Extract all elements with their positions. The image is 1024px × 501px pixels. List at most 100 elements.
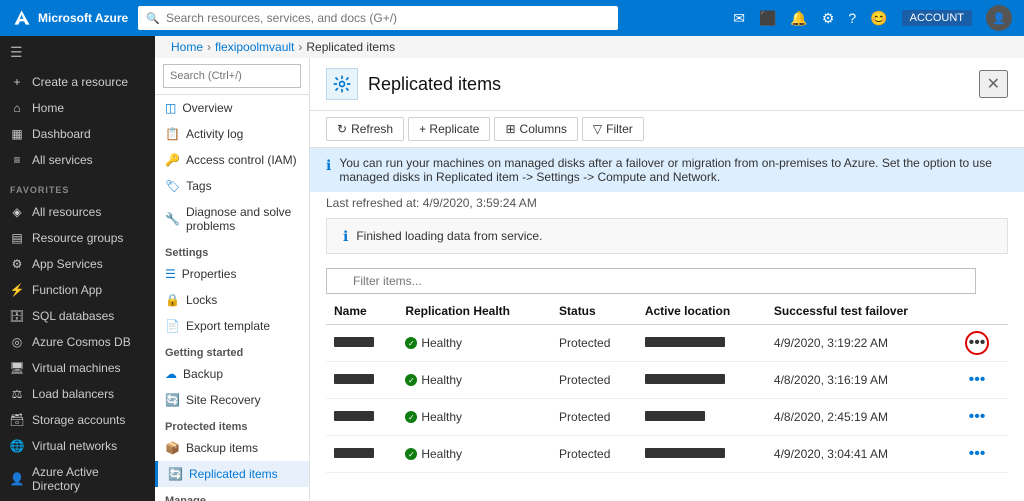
replicate-btn[interactable]: + Replicate [408,117,490,141]
notifications-icon[interactable]: ✉ [733,10,745,27]
row2-actions: ••• [957,362,1008,399]
home-icon: ⌂ [10,101,24,115]
filter-btn[interactable]: ▽ Filter [582,117,644,141]
left-nav-item-locks[interactable]: 🔒 Locks [155,287,309,313]
sidebar-item-all-resources[interactable]: ◈ All resources [0,199,155,225]
name-redacted [334,411,374,421]
health-dot [405,411,417,423]
row4-health: Healthy [397,436,551,473]
sidebar-label-all-services: All services [32,153,93,167]
sidebar-item-function-app[interactable]: ⚡ Function App [0,277,155,303]
overview-icon: ◫ [165,101,176,115]
row3-failover: 4/8/2020, 2:45:19 AM [766,399,957,436]
top-nav: Microsoft Azure 🔍 ✉ ⬛ 🔔 ⚙ ? 😊 ACCOUNT 👤 [0,0,1024,36]
breadcrumb-vault[interactable]: flexipoolmvault [215,40,294,54]
row1-more-btn[interactable]: ••• [965,331,989,355]
left-nav-item-iam[interactable]: 🔑 Access control (IAM) [155,147,309,173]
left-nav-item-backup-items[interactable]: 📦 Backup items [155,435,309,461]
row4-more-btn[interactable]: ••• [965,442,989,466]
create-icon: + [10,75,24,89]
row1-location [637,325,766,362]
sidebar-item-aad[interactable]: 👤 Azure Active Directory [0,459,155,499]
global-search-bar[interactable]: 🔍 [138,6,618,30]
left-nav-item-properties[interactable]: ☰ Properties [155,261,309,287]
sidebar-label-aad: Azure Active Directory [32,465,145,493]
azure-logo[interactable]: Microsoft Azure [12,8,128,28]
help-icon[interactable]: ? [848,10,856,26]
left-nav-label-diagnose: Diagnose and solve problems [186,205,299,233]
sidebar-label-app-services: App Services [32,257,103,271]
settings-icon[interactable]: ⚙ [822,10,835,27]
left-nav-search-input[interactable] [163,64,301,88]
sidebar-item-sql-databases[interactable]: 🗄 SQL databases [0,303,155,329]
health-label: Healthy [421,336,462,350]
col-health: Replication Health [397,298,551,325]
left-nav-item-site-recovery[interactable]: 🔄 Site Recovery [155,387,309,413]
sidebar: ☰ + Create a resource ⌂ Home ▦ Dashboard… [0,36,155,501]
row2-more-btn[interactable]: ••• [965,368,989,392]
loaded-message: Finished loading data from service. [356,229,542,243]
account-name[interactable]: ACCOUNT [902,10,972,26]
sidebar-item-storage[interactable]: 🗃 Storage accounts [0,407,155,433]
left-nav-item-replicated[interactable]: 🔄 Replicated items [155,461,309,487]
search-icon: 🔍 [146,12,160,25]
sidebar-label-function-app: Function App [32,283,102,297]
sidebar-item-cosmos-db[interactable]: ◎ Azure Cosmos DB [0,329,155,355]
sidebar-label-create: Create a resource [32,75,128,89]
left-nav: ◫ Overview 📋 Activity log 🔑 Access contr… [155,58,310,501]
refresh-btn[interactable]: ↻ Refresh [326,117,404,141]
sql-icon: 🗄 [10,309,24,323]
manage-section-label: Manage [155,487,309,501]
sidebar-collapse-btn[interactable]: ☰ [10,44,23,61]
row4-name [326,436,397,473]
sidebar-item-resource-groups[interactable]: ▤ Resource groups [0,225,155,251]
protected-items-section-label: Protected items [155,413,309,435]
sidebar-item-vms[interactable]: 🖥 Virtual machines [0,355,155,381]
left-nav-item-activity-log[interactable]: 📋 Activity log [155,121,309,147]
row1-failover: 4/9/2020, 3:19:22 AM [766,325,957,362]
aad-icon: 👤 [10,472,24,486]
left-nav-item-diagnose[interactable]: 🔧 Diagnose and solve problems [155,199,309,239]
panel-close-btn[interactable]: ✕ [979,70,1008,98]
sidebar-item-dashboard[interactable]: ▦ Dashboard [0,121,155,147]
iam-icon: 🔑 [165,153,180,167]
alerts-icon[interactable]: 🔔 [790,10,807,27]
row3-more-btn[interactable]: ••• [965,405,989,429]
cloud-shell-icon[interactable]: ⬛ [759,10,776,27]
sidebar-item-load-balancers[interactable]: ⚖ Load balancers [0,381,155,407]
health-label: Healthy [421,447,462,461]
feedback-icon[interactable]: 😊 [870,10,887,27]
refresh-icon: ↻ [337,122,347,136]
sidebar-item-vnet[interactable]: 🌐 Virtual networks [0,433,155,459]
col-name: Name [326,298,397,325]
columns-label: Columns [520,122,567,136]
left-nav-label-export: Export template [186,319,270,333]
filter-input[interactable] [326,268,976,294]
health-dot [405,448,417,460]
left-nav-item-overview[interactable]: ◫ Overview [155,95,309,121]
sidebar-item-home[interactable]: ⌂ Home [0,95,155,121]
left-nav-label-properties: Properties [182,267,237,281]
breadcrumb-home[interactable]: Home [171,40,203,54]
row2-failover: 4/8/2020, 3:16:19 AM [766,362,957,399]
left-nav-label-backup: Backup [183,367,223,381]
columns-btn[interactable]: ⊞ Columns [494,117,577,141]
left-nav-item-backup[interactable]: ☁ Backup [155,361,309,387]
sidebar-item-all-services[interactable]: ≡ All services [0,147,155,173]
row3-actions: ••• [957,399,1008,436]
health-dot [405,337,417,349]
left-nav-item-export[interactable]: 📄 Export template [155,313,309,339]
left-nav-item-tags[interactable]: 🏷 Tags [155,173,309,199]
sidebar-item-create[interactable]: + Create a resource [0,69,155,95]
left-nav-search-wrap [155,58,309,95]
vnet-icon: 🌐 [10,439,24,453]
sidebar-item-app-services[interactable]: ⚙ App Services [0,251,155,277]
nav-icons: ✉ ⬛ 🔔 ⚙ ? 😊 ACCOUNT 👤 [733,5,1012,31]
avatar[interactable]: 👤 [986,5,1012,31]
sidebar-label-resource-groups: Resource groups [32,231,123,245]
left-nav-label-iam: Access control (IAM) [186,153,297,167]
global-search-input[interactable] [166,11,610,25]
backup-items-icon: 📦 [165,441,180,455]
last-refreshed-text: Last refreshed at: 4/9/2020, 3:59:24 AM [326,196,537,210]
row3-status: Protected [551,399,637,436]
